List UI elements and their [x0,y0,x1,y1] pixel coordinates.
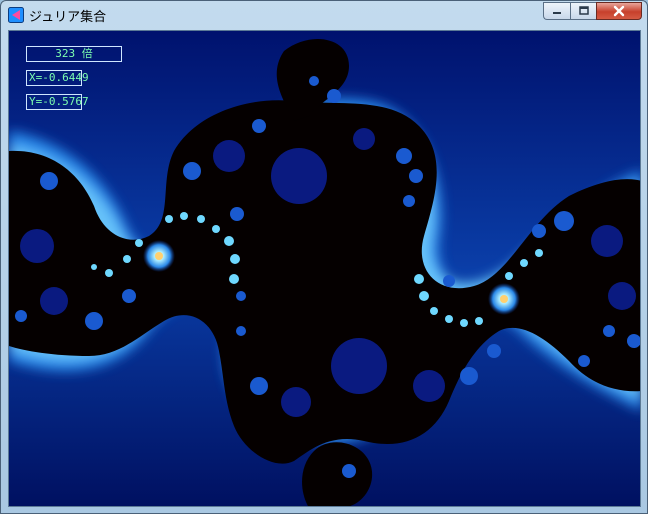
window-title: ジュリア集合 [29,10,107,25]
julia-set-render [9,31,640,506]
fractal-canvas[interactable] [8,30,641,507]
zoom-level-display: 323 倍 [26,46,122,62]
maximize-button[interactable] [570,2,596,20]
maximize-icon [578,6,589,15]
x-coordinate-display: X=-0.6449 [26,70,89,86]
minimize-button[interactable] [543,2,570,20]
window-controls [543,2,642,21]
title-bar[interactable]: ジュリア集合 [1,1,647,29]
close-icon [613,5,625,17]
y-coordinate-display: Y=-0.5767 [26,94,89,110]
app-icon [8,7,24,23]
close-button[interactable] [596,2,642,20]
minimize-icon [553,12,561,14]
app-window: ジュリア集合 323 倍 X=-0.6449 Y=-0.5767 [0,0,648,514]
